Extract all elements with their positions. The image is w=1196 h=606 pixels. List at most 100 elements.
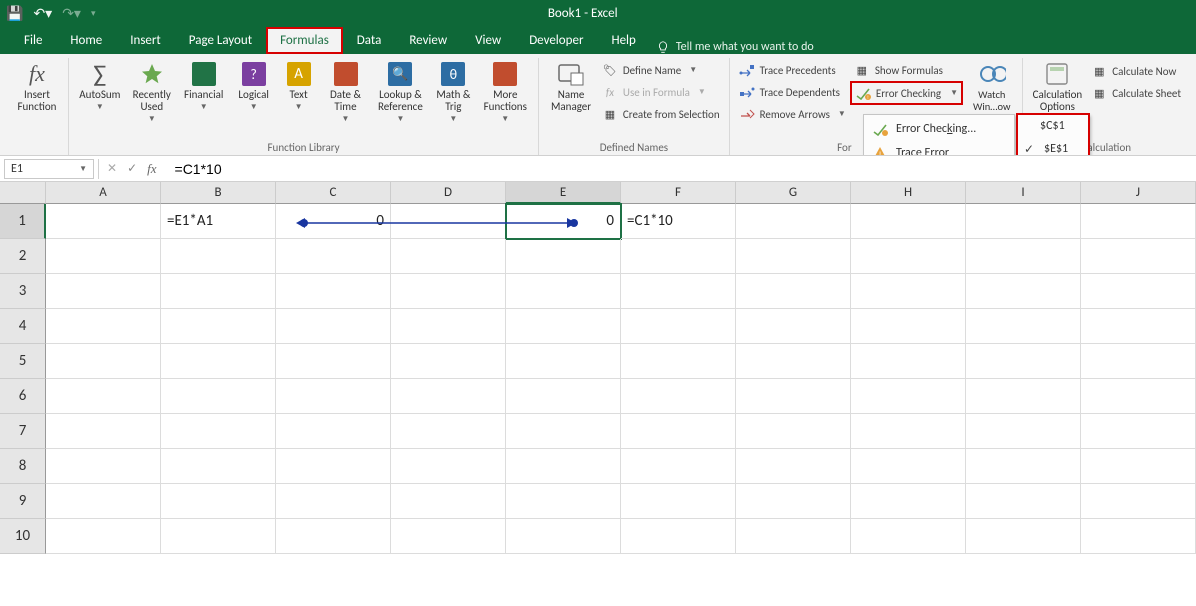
column-header-A[interactable]: A [46,182,161,204]
row-header-7[interactable]: 7 [0,414,46,449]
cell-C10[interactable] [276,519,391,554]
undo-icon[interactable]: ↶▾ [33,5,52,22]
circ-ref-item-1[interactable]: ✓$E$1 [1018,137,1088,156]
cell-J3[interactable] [1081,274,1196,309]
insert-function-button[interactable]: fx InsertFunction [12,58,62,113]
cell-C9[interactable] [276,484,391,519]
cell-B3[interactable] [161,274,276,309]
cell-B9[interactable] [161,484,276,519]
cell-E2[interactable] [506,239,621,274]
cell-H4[interactable] [851,309,966,344]
column-header-F[interactable]: F [621,182,736,204]
cell-H2[interactable] [851,239,966,274]
menu-trace-error[interactable]: !Trace Error [866,141,1012,156]
formula-input[interactable] [171,159,1196,179]
cell-B7[interactable] [161,414,276,449]
cell-F1[interactable]: =C1*10 [621,204,736,239]
date-time-button[interactable]: Date &Time▼ [321,58,371,124]
cell-J1[interactable] [1081,204,1196,239]
cell-J2[interactable] [1081,239,1196,274]
cell-F7[interactable] [621,414,736,449]
math-button[interactable]: θMath &Trig▼ [430,58,476,124]
cell-E4[interactable] [506,309,621,344]
cell-H8[interactable] [851,449,966,484]
row-header-10[interactable]: 10 [0,519,46,554]
cell-J6[interactable] [1081,379,1196,414]
cell-G7[interactable] [736,414,851,449]
row-header-3[interactable]: 3 [0,274,46,309]
cell-I6[interactable] [966,379,1081,414]
tab-insert[interactable]: Insert [116,27,175,54]
cell-H10[interactable] [851,519,966,554]
tab-file[interactable]: File [10,27,56,54]
remove-arrows-button[interactable]: Remove Arrows▼ [736,104,849,124]
cell-E7[interactable] [506,414,621,449]
column-header-G[interactable]: G [736,182,851,204]
tab-formulas[interactable]: Formulas [266,27,343,54]
qat-customize-icon[interactable]: ▾ [91,8,96,19]
tab-data[interactable]: Data [343,27,396,54]
trace-precedents-button[interactable]: Trace Precedents [736,60,849,80]
watch-window-button[interactable]: WatchWin…ow [968,58,1016,112]
cell-G2[interactable] [736,239,851,274]
cell-I5[interactable] [966,344,1081,379]
cell-D2[interactable] [391,239,506,274]
cell-F4[interactable] [621,309,736,344]
recently-used-button[interactable]: RecentlyUsed▼ [127,58,177,124]
cell-I2[interactable] [966,239,1081,274]
cell-F9[interactable] [621,484,736,519]
column-header-C[interactable]: C [276,182,391,204]
cell-D3[interactable] [391,274,506,309]
lookup-button[interactable]: 🔍Lookup &Reference▼ [372,58,428,124]
tab-help[interactable]: Help [597,27,649,54]
cell-C4[interactable] [276,309,391,344]
chevron-down-icon[interactable]: ▼ [79,164,87,174]
cell-J8[interactable] [1081,449,1196,484]
more-functions-button[interactable]: MoreFunctions▼ [478,58,532,124]
financial-button[interactable]: Financial▼ [179,58,229,112]
cell-C8[interactable] [276,449,391,484]
redo-icon[interactable]: ↷▾ [62,5,81,22]
define-name-button[interactable]: 🏷Define Name▼ [599,60,723,80]
cell-A10[interactable] [46,519,161,554]
cell-F8[interactable] [621,449,736,484]
cells-area[interactable]: =E1*A100=C1*10 [46,204,1196,554]
cell-A9[interactable] [46,484,161,519]
cell-G10[interactable] [736,519,851,554]
cell-B2[interactable] [161,239,276,274]
cell-A5[interactable] [46,344,161,379]
cell-H5[interactable] [851,344,966,379]
cell-J7[interactable] [1081,414,1196,449]
text-button[interactable]: AText▼ [279,58,319,112]
cell-C5[interactable] [276,344,391,379]
cell-I3[interactable] [966,274,1081,309]
cell-I10[interactable] [966,519,1081,554]
cell-I4[interactable] [966,309,1081,344]
cell-F10[interactable] [621,519,736,554]
cell-I7[interactable] [966,414,1081,449]
tell-me[interactable]: Tell me what you want to do [656,40,814,54]
select-all-corner[interactable] [0,182,46,204]
column-header-D[interactable]: D [391,182,506,204]
cell-F6[interactable] [621,379,736,414]
cell-B10[interactable] [161,519,276,554]
cell-A8[interactable] [46,449,161,484]
save-icon[interactable]: 💾 [6,5,23,22]
cell-F5[interactable] [621,344,736,379]
calculate-sheet-button[interactable]: ▦Calculate Sheet [1088,83,1184,103]
cell-E3[interactable] [506,274,621,309]
cell-G4[interactable] [736,309,851,344]
cell-C6[interactable] [276,379,391,414]
error-checking-button[interactable]: !Error Checking▼ [851,82,962,104]
cell-D5[interactable] [391,344,506,379]
cell-A4[interactable] [46,309,161,344]
show-formulas-button[interactable]: ▦Show Formulas [851,60,962,80]
tab-view[interactable]: View [461,27,515,54]
row-header-8[interactable]: 8 [0,449,46,484]
cell-J5[interactable] [1081,344,1196,379]
logical-button[interactable]: ?Logical▼ [231,58,277,112]
cell-E9[interactable] [506,484,621,519]
tab-home[interactable]: Home [56,27,116,54]
cell-F3[interactable] [621,274,736,309]
cancel-icon[interactable]: ✕ [107,161,117,176]
